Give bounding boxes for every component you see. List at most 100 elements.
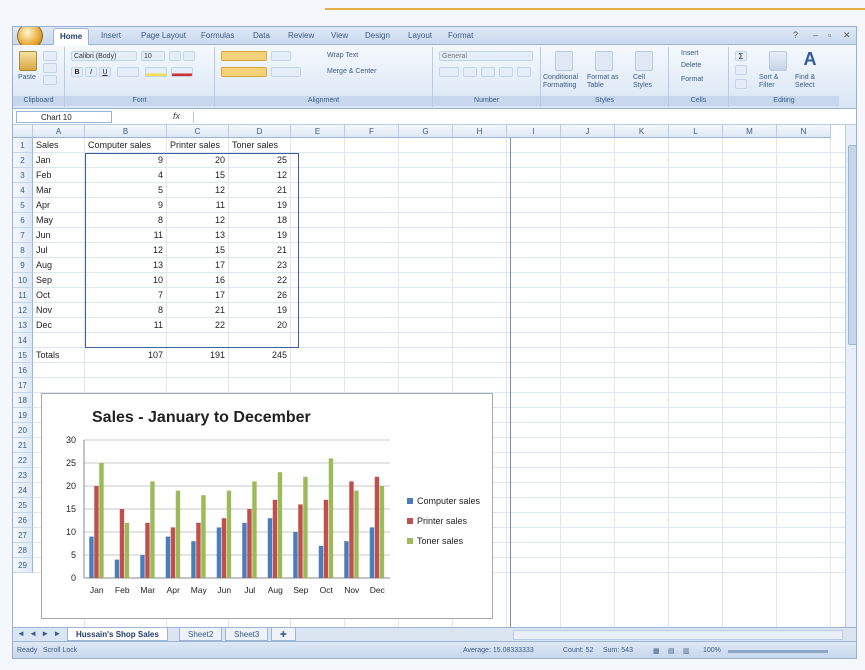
formula-input[interactable]	[193, 111, 853, 123]
font-size-select[interactable]: 10	[141, 51, 165, 61]
column-header-e[interactable]: E	[291, 125, 345, 138]
increase-decimal-icon[interactable]	[499, 67, 513, 77]
tab-design[interactable]: Design	[365, 31, 390, 40]
row-header-11[interactable]: 11	[13, 288, 33, 303]
sort-filter-icon[interactable]	[769, 51, 787, 71]
tab-view[interactable]: View	[331, 31, 348, 40]
month-cell[interactable]: Sep	[33, 273, 85, 288]
column-header-i[interactable]: I	[507, 125, 561, 138]
row-header-17[interactable]: 17	[13, 378, 33, 393]
column-header-b[interactable]: B	[85, 125, 167, 138]
column-header-n[interactable]: N	[777, 125, 831, 138]
clear-icon[interactable]	[735, 79, 747, 89]
row-header-26[interactable]: 26	[13, 513, 33, 528]
month-cell[interactable]: Mar	[33, 183, 85, 198]
row-header-15[interactable]: 15	[13, 348, 33, 363]
header-cell[interactable]: Sales	[33, 138, 85, 153]
comma-icon[interactable]	[481, 67, 495, 77]
row-header-12[interactable]: 12	[13, 303, 33, 318]
autosum-icon[interactable]: Σ	[735, 51, 747, 61]
minimize-icon[interactable]: –	[813, 30, 818, 40]
paste-icon[interactable]	[19, 51, 37, 71]
indent-icon[interactable]	[271, 67, 301, 77]
row-header-4[interactable]: 4	[13, 183, 33, 198]
row-header-7[interactable]: 7	[13, 228, 33, 243]
format-painter-icon[interactable]	[43, 75, 57, 85]
currency-icon[interactable]	[439, 67, 459, 77]
name-box[interactable]: Chart 10	[16, 111, 112, 123]
tab-format[interactable]: Format	[448, 31, 473, 40]
row-header-1[interactable]: 1	[13, 138, 33, 153]
tab-formulas[interactable]: Formulas	[201, 31, 234, 40]
row-header-18[interactable]: 18	[13, 393, 33, 408]
normal-view-icon[interactable]: ▦	[653, 647, 660, 655]
merge-center-button[interactable]: Merge & Center	[327, 67, 376, 77]
row-header-10[interactable]: 10	[13, 273, 33, 288]
month-cell[interactable]: Feb	[33, 168, 85, 183]
format-button[interactable]: Format	[681, 75, 703, 85]
scroll-thumb[interactable]	[848, 145, 856, 345]
row-header-5[interactable]: 5	[13, 198, 33, 213]
column-header-d[interactable]: D	[229, 125, 291, 138]
orientation-icon[interactable]	[271, 51, 291, 61]
delete-button[interactable]: Delete	[681, 61, 701, 71]
tab-review[interactable]: Review	[288, 31, 314, 40]
header-cell[interactable]: Printer sales	[167, 138, 229, 153]
month-cell[interactable]: Jun	[33, 228, 85, 243]
tab-layout[interactable]: Layout	[408, 31, 432, 40]
month-cell[interactable]: May	[33, 213, 85, 228]
vertical-scrollbar[interactable]	[845, 125, 856, 627]
column-header-l[interactable]: L	[669, 125, 723, 138]
cell-styles-button[interactable]: Cell Styles	[633, 74, 663, 92]
copy-icon[interactable]	[43, 63, 57, 73]
find-select-button[interactable]: Find & Select	[795, 74, 829, 92]
row-header-16[interactable]: 16	[13, 363, 33, 378]
close-icon[interactable]: ✕	[843, 30, 851, 41]
decrease-decimal-icon[interactable]	[517, 67, 531, 77]
sheet-tab-hussains-shop-sales[interactable]: Hussain's Shop Sales	[67, 628, 168, 641]
row-header-21[interactable]: 21	[13, 438, 33, 453]
column-header-k[interactable]: K	[615, 125, 669, 138]
row-header-24[interactable]: 24	[13, 483, 33, 498]
page-layout-view-icon[interactable]: ▤	[668, 647, 675, 655]
row-header-19[interactable]: 19	[13, 408, 33, 423]
totals-cell[interactable]: 191	[167, 348, 229, 363]
insert-sheet-icon[interactable]: ✚	[271, 628, 296, 641]
restore-icon[interactable]: ▫	[828, 30, 831, 40]
insert-function-icon[interactable]: fx	[173, 111, 180, 121]
sheet-tab-sheet2[interactable]: Sheet2	[179, 628, 223, 641]
header-cell[interactable]: Toner sales	[229, 138, 291, 153]
wrap-text-button[interactable]: Wrap Text	[327, 51, 358, 61]
row-header-3[interactable]: 3	[13, 168, 33, 183]
sheet-tab-sheet3[interactable]: Sheet3	[225, 628, 269, 641]
month-cell[interactable]: Nov	[33, 303, 85, 318]
row-header-9[interactable]: 9	[13, 258, 33, 273]
fill-color-icon[interactable]	[145, 67, 167, 77]
fill-icon[interactable]	[735, 65, 747, 75]
percent-icon[interactable]	[463, 67, 477, 77]
align-center-icon[interactable]	[221, 67, 267, 77]
month-cell[interactable]: Jan	[33, 153, 85, 168]
totals-cell[interactable]: 107	[85, 348, 167, 363]
column-header-h[interactable]: H	[453, 125, 507, 138]
column-header-f[interactable]: F	[345, 125, 399, 138]
italic-icon[interactable]: I	[85, 67, 97, 77]
insert-button[interactable]: Insert	[681, 49, 699, 59]
row-header-29[interactable]: 29	[13, 558, 33, 573]
conditional-formatting-icon[interactable]	[555, 51, 573, 71]
borders-icon[interactable]	[117, 67, 139, 77]
row-header-20[interactable]: 20	[13, 423, 33, 438]
split-line[interactable]	[510, 138, 511, 627]
row-header-2[interactable]: 2	[13, 153, 33, 168]
tab-data[interactable]: Data	[253, 31, 270, 40]
totals-cell[interactable]: 245	[229, 348, 291, 363]
select-all-corner[interactable]	[13, 125, 33, 138]
column-header-g[interactable]: G	[399, 125, 453, 138]
row-header-27[interactable]: 27	[13, 528, 33, 543]
zoom-slider[interactable]	[728, 650, 828, 653]
font-name-select[interactable]: Calibri (Body)	[71, 51, 137, 61]
month-cell[interactable]: Jul	[33, 243, 85, 258]
grow-font-icon[interactable]	[169, 51, 181, 61]
cut-icon[interactable]	[43, 51, 57, 61]
horizontal-scrollbar[interactable]	[513, 630, 843, 640]
